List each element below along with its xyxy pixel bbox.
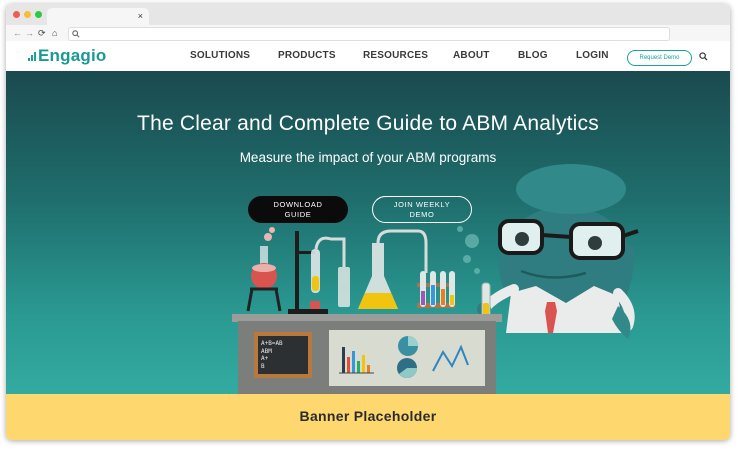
mascot-character bbox=[477, 164, 639, 339]
download-label-line2: GUIDE bbox=[284, 209, 312, 219]
browser-window: × ← → ⟳ ⌂ Engagio SOLUTIONS PRODUCTS RES… bbox=[6, 4, 730, 440]
chalk-line: A+ bbox=[261, 355, 269, 362]
search-icon[interactable] bbox=[699, 52, 708, 61]
chalk-line: ABM bbox=[261, 347, 272, 355]
lab-stand bbox=[288, 231, 350, 314]
nav-blog[interactable]: BLOG bbox=[518, 50, 548, 61]
test-tube-rack bbox=[417, 271, 455, 308]
tab-close-icon[interactable]: × bbox=[138, 9, 143, 23]
engagio-logo[interactable]: Engagio bbox=[28, 46, 106, 66]
chalkboard-text: A+B=AB ABM A+ B bbox=[261, 340, 307, 370]
address-bar[interactable] bbox=[68, 27, 670, 41]
search-icon bbox=[72, 30, 80, 38]
bubble bbox=[474, 268, 480, 274]
join-weekly-demo-button[interactable]: JOIN WEEKLY DEMO bbox=[372, 196, 472, 223]
chalk-line: A+B=AB bbox=[261, 340, 283, 347]
demo-label-line1: JOIN WEEKLY bbox=[393, 199, 451, 209]
download-label-line1: DOWNLOAD bbox=[273, 199, 323, 209]
banner-text: Banner Placeholder bbox=[299, 408, 437, 424]
logo-text: Engagio bbox=[38, 46, 107, 65]
reload-icon[interactable]: ⟳ bbox=[38, 26, 46, 40]
yellow-flask bbox=[358, 229, 428, 309]
red-flask bbox=[246, 227, 282, 312]
download-guide-button[interactable]: DOWNLOAD GUIDE bbox=[248, 196, 348, 223]
nav-solutions[interactable]: SOLUTIONS bbox=[190, 50, 250, 61]
browser-titlebar: × bbox=[6, 4, 730, 25]
nav-about[interactable]: ABOUT bbox=[453, 50, 490, 61]
chalk-line: B bbox=[261, 362, 265, 370]
site-header: Engagio SOLUTIONS PRODUCTS RESOURCES ABO… bbox=[6, 41, 730, 71]
hero-section: The Clear and Complete Guide to ABM Anal… bbox=[6, 71, 730, 395]
bubble bbox=[457, 226, 463, 232]
home-icon[interactable]: ⌂ bbox=[52, 26, 57, 40]
bubble bbox=[465, 234, 479, 248]
chart-board bbox=[329, 330, 485, 386]
hero-title: The Clear and Complete Guide to ABM Anal… bbox=[137, 112, 599, 135]
nav-resources[interactable]: RESOURCES bbox=[363, 50, 428, 61]
nav-products[interactable]: PRODUCTS bbox=[278, 50, 336, 61]
hero-subtitle: Measure the impact of your ABM programs bbox=[239, 150, 497, 165]
request-demo-button[interactable]: Request Demo bbox=[627, 50, 692, 66]
banner: Banner Placeholder bbox=[6, 394, 730, 440]
minimize-window-button[interactable] bbox=[24, 11, 31, 18]
bubble bbox=[463, 255, 471, 263]
forward-icon[interactable]: → bbox=[25, 26, 34, 40]
nav-login[interactable]: LOGIN bbox=[576, 50, 609, 61]
browser-tab[interactable]: × bbox=[47, 8, 149, 25]
back-icon[interactable]: ← bbox=[13, 26, 22, 40]
demo-label-line2: DEMO bbox=[409, 209, 435, 219]
maximize-window-button[interactable] bbox=[35, 11, 42, 18]
logo-bars-icon bbox=[28, 51, 36, 61]
close-window-button[interactable] bbox=[13, 11, 20, 18]
browser-toolbar: ← → ⟳ ⌂ bbox=[6, 25, 730, 42]
